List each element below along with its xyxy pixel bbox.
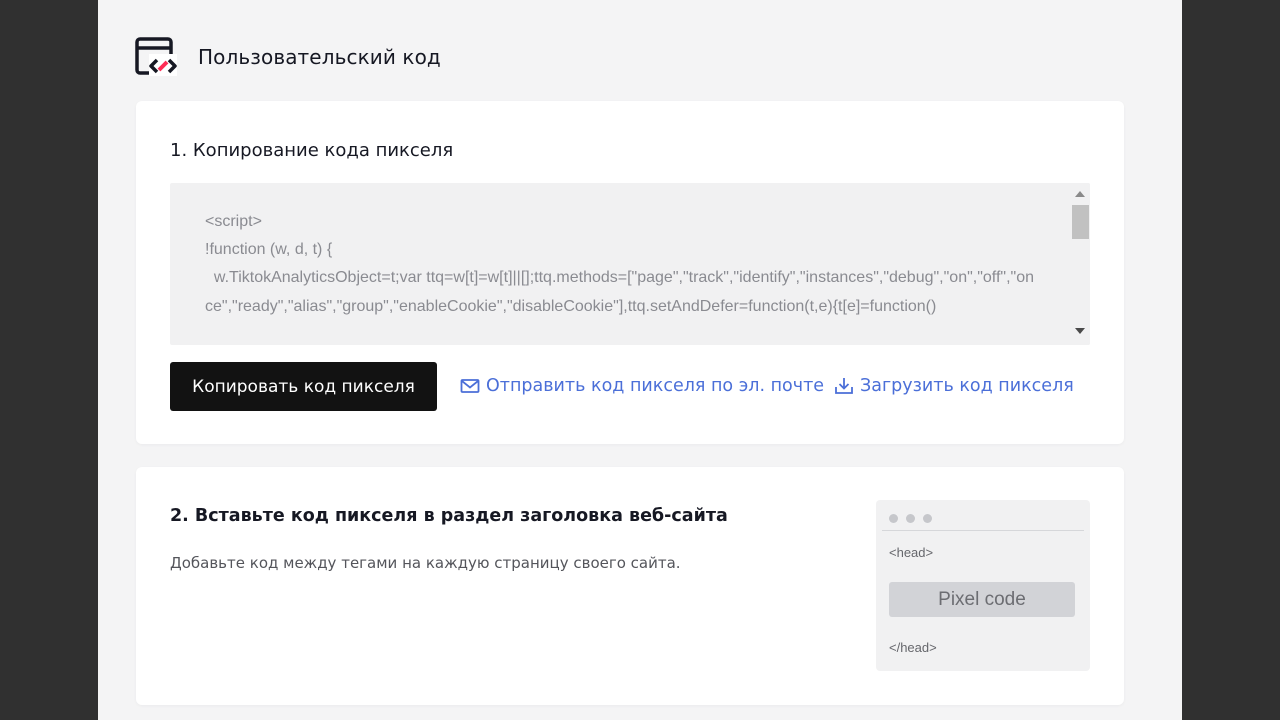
email-pixel-code-link[interactable]: Отправить код пикселя по эл. почте xyxy=(460,374,824,398)
mail-icon xyxy=(460,379,480,393)
step1-title: 1. Копирование кода пикселя xyxy=(170,140,454,161)
scroll-thumb[interactable] xyxy=(1072,205,1089,239)
head-close-tag: </head> xyxy=(889,640,937,655)
scroll-down-arrow-icon[interactable] xyxy=(1075,328,1085,334)
pixel-code-box[interactable]: <script> !function (w, d, t) { w.TiktokA… xyxy=(170,183,1090,345)
window-dot xyxy=(889,514,898,523)
page-container: Пользовательский код 1. Копирование кода… xyxy=(98,0,1182,720)
pixel-code-text[interactable]: <script> !function (w, d, t) { w.TiktokA… xyxy=(205,208,1035,321)
page-title: Пользовательский код xyxy=(198,45,441,69)
code-scrollbar[interactable] xyxy=(1070,183,1090,345)
download-icon xyxy=(835,378,853,394)
page-header: Пользовательский код xyxy=(135,36,441,78)
email-link-label[interactable]: Отправить код пикселя по эл. почте xyxy=(486,376,824,396)
download-link-label[interactable]: Загрузить код пикселя xyxy=(860,376,1074,396)
window-dot xyxy=(923,514,932,523)
scroll-up-arrow-icon[interactable] xyxy=(1075,191,1085,197)
copy-pixel-card: 1. Копирование кода пикселя <script> !fu… xyxy=(136,101,1124,444)
step2-description: Добавьте код между тегами на каждую стра… xyxy=(170,554,681,572)
preview-divider xyxy=(882,530,1084,531)
head-open-tag: <head> xyxy=(889,545,934,560)
head-preview-illustration: <head> Pixel code </head> xyxy=(876,500,1090,671)
download-pixel-code-link[interactable]: Загрузить код пикселя xyxy=(834,374,1074,398)
window-dot xyxy=(906,514,915,523)
copy-pixel-code-button[interactable]: Копировать код пикселя xyxy=(170,362,437,411)
custom-code-icon xyxy=(135,37,177,76)
window-dots xyxy=(889,514,932,523)
pixel-code-placeholder: Pixel code xyxy=(889,582,1075,617)
step2-title: 2. Вставьте код пикселя в раздел заголов… xyxy=(170,506,728,526)
insert-pixel-card: 2. Вставьте код пикселя в раздел заголов… xyxy=(136,467,1124,705)
